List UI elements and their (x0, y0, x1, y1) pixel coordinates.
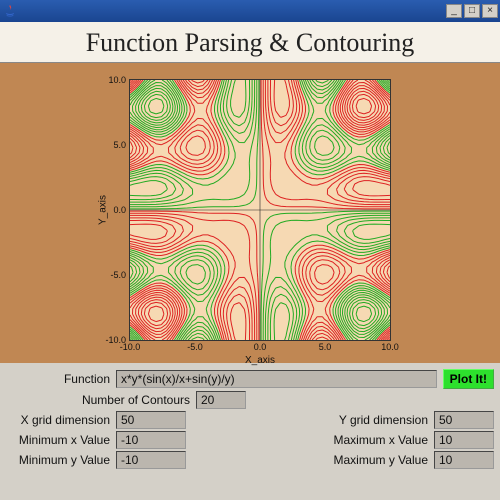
contour-chart (130, 80, 390, 340)
x-axis-label: X_axis (245, 355, 275, 366)
function-label: Function (6, 372, 116, 386)
xtick-label: -10.0 (120, 342, 141, 352)
java-icon (2, 3, 18, 19)
xtick-label: 5.0 (319, 342, 332, 352)
ygrid-label: Y grid dimension (314, 413, 434, 427)
page-title: Function Parsing & Contouring (0, 22, 500, 63)
close-button[interactable]: × (482, 4, 498, 18)
maximize-button[interactable]: □ (464, 4, 480, 18)
function-input[interactable] (116, 370, 437, 388)
xtick-label: 0.0 (254, 342, 267, 352)
y-axis-ticks: 10.0 5.0 0.0 -5.0 -10.0 (100, 80, 126, 340)
plot-box: Y_axis X_axis 10.0 5.0 0.0 -5.0 -10.0 -1… (130, 80, 390, 340)
xmin-label: Minimum x Value (6, 433, 116, 447)
ncontours-input[interactable] (196, 391, 246, 409)
ymin-input[interactable] (116, 451, 186, 469)
xgrid-input[interactable] (116, 411, 186, 429)
ytick-label: 5.0 (113, 140, 126, 150)
xtick-label: -5.0 (187, 342, 203, 352)
plot-panel: Y_axis X_axis 10.0 5.0 0.0 -5.0 -10.0 -1… (0, 63, 500, 363)
ymax-label: Maximum y Value (314, 453, 434, 467)
xmax-input[interactable] (434, 431, 494, 449)
ncontours-label: Number of Contours (6, 393, 196, 407)
xtick-label: 10.0 (381, 342, 399, 352)
minimize-button[interactable]: _ (446, 4, 462, 18)
ygrid-input[interactable] (434, 411, 494, 429)
plot-button[interactable]: Plot It! (443, 369, 494, 389)
x-axis-ticks: -10.0 -5.0 0.0 5.0 10.0 (130, 342, 390, 354)
ytick-label: 10.0 (108, 75, 126, 85)
xmax-label: Maximum x Value (314, 433, 434, 447)
xmin-input[interactable] (116, 431, 186, 449)
controls-panel: Function Plot It! Number of Contours X g… (0, 363, 500, 475)
xgrid-label: X grid dimension (6, 413, 116, 427)
ytick-label: -5.0 (110, 270, 126, 280)
ymin-label: Minimum y Value (6, 453, 116, 467)
ytick-label: 0.0 (113, 205, 126, 215)
title-bar: _ □ × (0, 0, 500, 22)
ymax-input[interactable] (434, 451, 494, 469)
